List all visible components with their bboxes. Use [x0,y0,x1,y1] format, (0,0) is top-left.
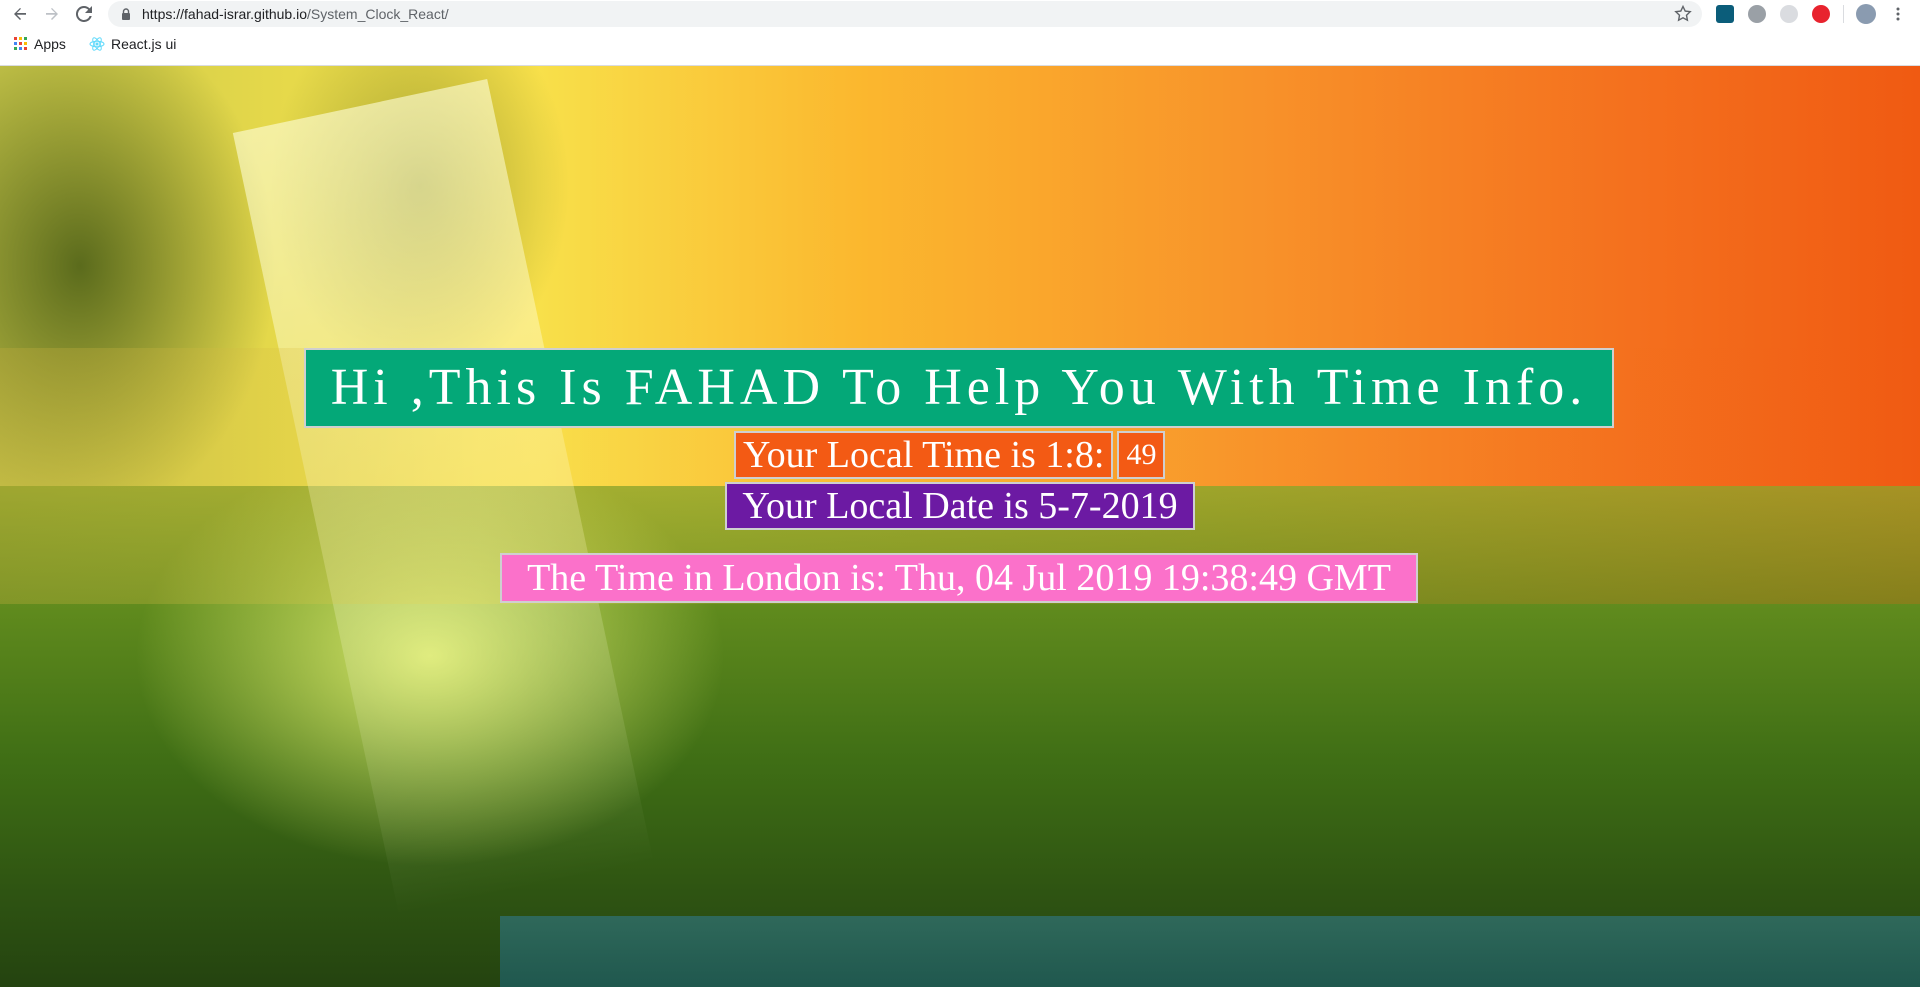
url-text: https://fahad-israr.github.io/System_Clo… [142,6,449,22]
url-path: /System_Clock_React/ [307,6,449,22]
local-date-label: Your Local Date is 5-7-2019 [725,482,1195,530]
apps-grid-icon [14,37,27,50]
background-river [500,916,1920,987]
local-time-seconds: 49 [1117,431,1166,479]
bookmark-star-icon[interactable] [1674,5,1692,23]
lock-icon [122,8,130,20]
bookmarks-bar: Apps React.js ui [0,34,1920,58]
forward-button[interactable] [42,4,62,24]
profile-avatar[interactable] [1856,4,1876,24]
react-icon [89,37,105,51]
browser-toolbar: https://fahad-israr.github.io/System_Clo… [0,0,1920,28]
page-viewport: Hi ,This Is FAHAD To Help You With Time … [0,66,1920,987]
bookmark-apps-label: Apps [34,36,66,52]
toolbar-divider [1843,5,1844,23]
bookmark-react-ui-label: React.js ui [111,36,177,52]
bookmark-apps[interactable]: Apps [14,36,66,52]
address-bar[interactable]: https://fahad-israr.github.io/System_Clo… [108,1,1702,27]
menu-button[interactable] [1888,4,1908,24]
forward-arrow-icon [46,8,58,20]
browser-chrome: https://fahad-israr.github.io/System_Clo… [0,0,1920,66]
reload-icon [76,6,92,22]
back-arrow-icon [14,8,26,20]
back-button[interactable] [10,4,30,24]
local-time-row: Your Local Time is 1:8: 49 [734,431,1166,479]
extension-icon-2[interactable] [1780,5,1798,23]
adblock-extension-icon[interactable] [1812,5,1830,23]
london-time-label: The Time in London is: Thu, 04 Jul 2019 … [500,553,1418,603]
bookmark-react-ui[interactable]: React.js ui [89,36,176,52]
greeting-heading: Hi ,This Is FAHAD To Help You With Time … [304,348,1614,428]
reload-button[interactable] [74,4,94,24]
local-time-label: Your Local Time is 1:8: [734,431,1114,479]
url-host: https://fahad-israr.github.io [142,6,307,22]
kebab-menu-icon [1896,7,1900,21]
extension-icon[interactable] [1748,5,1766,23]
react-devtools-extension-icon[interactable] [1716,5,1734,23]
